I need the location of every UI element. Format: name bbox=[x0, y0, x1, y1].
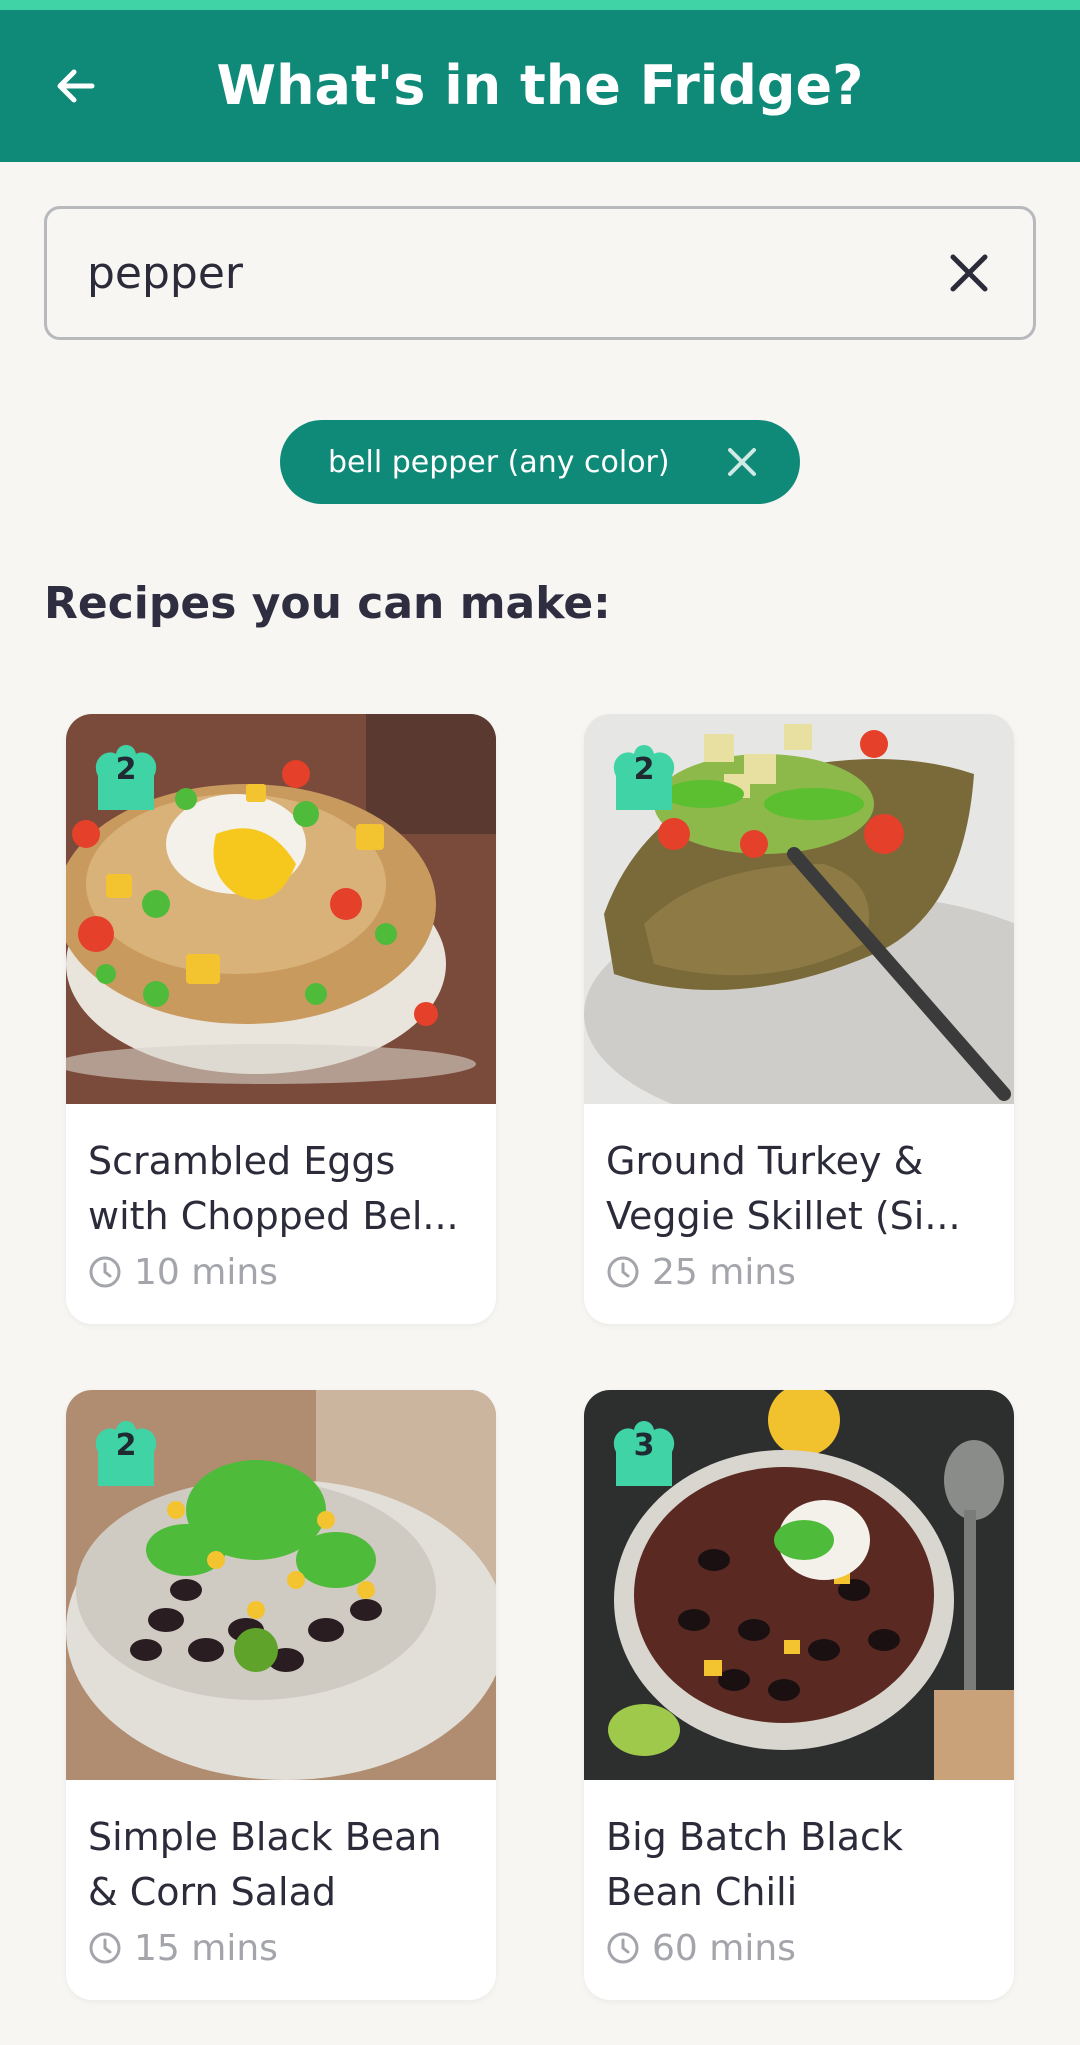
chip-label: bell pepper (any color) bbox=[328, 444, 670, 480]
clock-icon bbox=[607, 1256, 639, 1288]
status-accent-strip bbox=[0, 0, 1080, 10]
ingredient-chip[interactable]: bell pepper (any color) bbox=[280, 420, 800, 504]
clock-icon bbox=[607, 1932, 639, 1964]
recipe-card[interactable]: 3 Big Batch Black Bean Chili 60 mins bbox=[584, 1390, 1014, 2000]
search-field[interactable] bbox=[44, 206, 1036, 340]
close-icon bbox=[950, 254, 988, 292]
page-title: What's in the Fridge? bbox=[216, 54, 864, 117]
recipe-name: Big Batch Black Bean Chili bbox=[606, 1815, 903, 1914]
search-input[interactable] bbox=[87, 209, 907, 337]
recipe-name: Simple Black Bean & Corn Salad bbox=[88, 1815, 442, 1914]
recipe-card[interactable]: 2 Simple Black Bean & Corn Salad 15 mins bbox=[66, 1390, 496, 2000]
recipe-name: Ground Turkey & Veggie Skillet (Si... bbox=[606, 1139, 961, 1238]
app-bar: What's in the Fridge? bbox=[0, 10, 1080, 162]
recipe-card[interactable]: 2 Scrambled Eggs with Chopped Bel... 10 … bbox=[66, 714, 496, 1324]
missing-count-badge: 3 bbox=[608, 1414, 680, 1486]
recipe-time: 15 mins bbox=[88, 1926, 278, 1970]
arrow-left-icon bbox=[57, 69, 95, 103]
close-icon bbox=[728, 448, 756, 476]
recipe-time: 60 mins bbox=[606, 1926, 796, 1970]
remove-chip-button[interactable] bbox=[722, 442, 762, 482]
missing-count-badge: 2 bbox=[608, 738, 680, 810]
missing-count-badge: 2 bbox=[90, 1414, 162, 1486]
back-button[interactable] bbox=[44, 54, 108, 118]
clock-icon bbox=[89, 1932, 121, 1964]
recipe-name: Scrambled Eggs with Chopped Bel... bbox=[88, 1139, 459, 1238]
clear-search-button[interactable] bbox=[941, 245, 997, 301]
recipe-time: 10 mins bbox=[88, 1250, 278, 1294]
recipe-time: 25 mins bbox=[606, 1250, 796, 1294]
missing-count-badge: 2 bbox=[90, 738, 162, 810]
clock-icon bbox=[89, 1256, 121, 1288]
recipe-card[interactable]: 2 Ground Turkey & Veggie Skillet (Si... … bbox=[584, 714, 1014, 1324]
section-title: Recipes you can make: bbox=[44, 578, 611, 629]
